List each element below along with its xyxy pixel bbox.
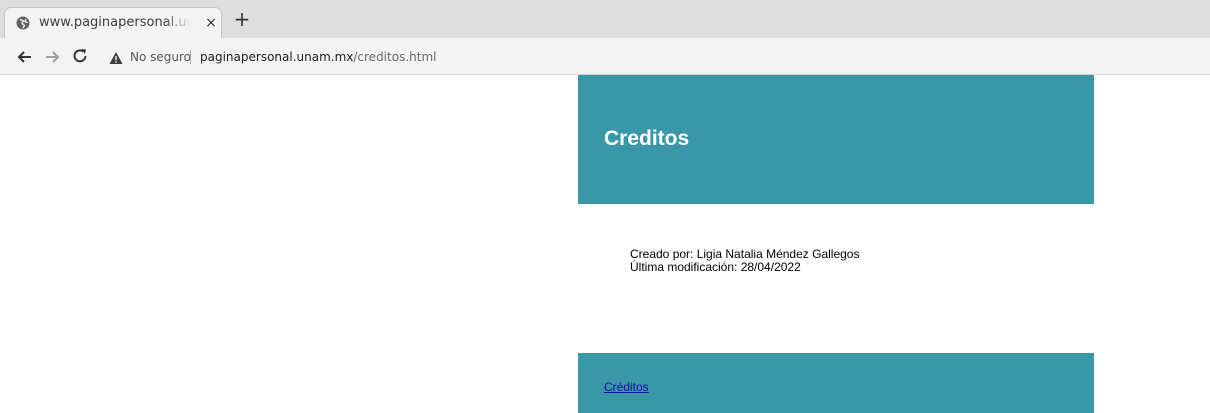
warning-triangle-icon[interactable] xyxy=(109,50,123,64)
footer-credits-link[interactable]: Créditos xyxy=(604,380,649,394)
url-text[interactable]: paginapersonal.unam.mx/creditos.html xyxy=(200,49,436,65)
forward-button[interactable] xyxy=(42,47,62,67)
browser-tab[interactable]: www.paginapersonal.unam.mx/creditos.html… xyxy=(4,7,222,38)
reload-icon xyxy=(73,49,87,63)
page-title: Creditos xyxy=(604,127,690,150)
new-tab-button[interactable]: + xyxy=(232,9,252,29)
address-divider xyxy=(190,50,191,64)
last-modified-text: Última modificación: 28/04/2022 xyxy=(630,260,801,274)
tab-title: www.paginapersonal.unam.mx/creditos.html xyxy=(39,15,191,30)
page-footer: Créditos xyxy=(578,353,1094,413)
reload-button[interactable] xyxy=(70,46,90,66)
url-host: paginapersonal.unam.mx xyxy=(200,50,354,64)
back-button[interactable] xyxy=(15,47,35,67)
address-bar[interactable]: No seguro paginapersonal.unam.mx/credito… xyxy=(100,44,1204,70)
tab-strip: www.paginapersonal.unam.mx/creditos.html… xyxy=(0,0,1210,38)
globe-icon xyxy=(15,15,31,31)
page-viewport: Creditos Creado por: Ligia Natalia Ménde… xyxy=(0,75,1210,413)
browser-toolbar: No seguro paginapersonal.unam.mx/credito… xyxy=(0,38,1210,75)
tab-close-button[interactable]: × xyxy=(202,14,220,32)
page-header: Creditos xyxy=(578,75,1094,204)
security-status-label[interactable]: No seguro xyxy=(130,49,191,65)
credits-info: Creado por: Ligia Natalia Méndez Gallego… xyxy=(630,248,859,274)
url-path: /creditos.html xyxy=(353,50,437,64)
arrow-left-icon xyxy=(17,51,31,63)
arrow-right-icon xyxy=(46,51,60,63)
